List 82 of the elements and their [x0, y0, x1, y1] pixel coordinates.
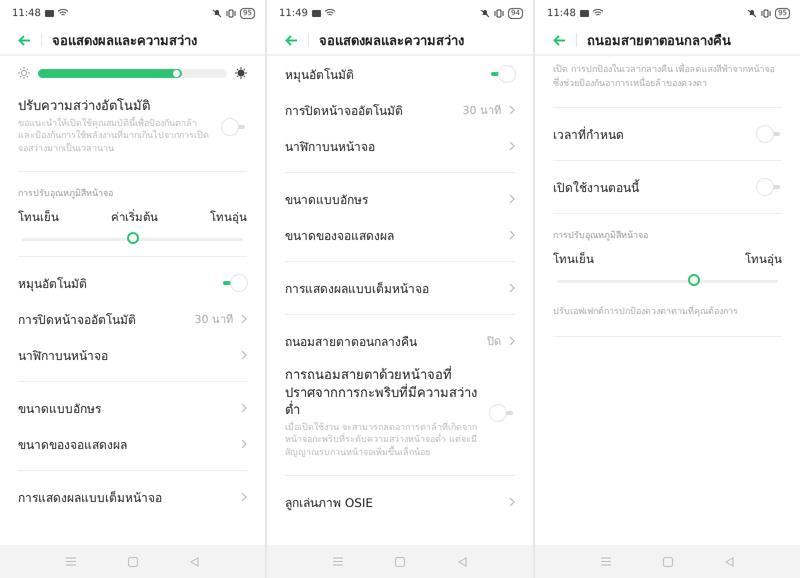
mute-icon	[212, 8, 222, 18]
clock: 11:49	[279, 8, 308, 18]
home-icon[interactable]	[663, 556, 673, 566]
chevron-icon	[509, 194, 515, 204]
setting-item[interactable]: ขนาดแบบอักษร	[18, 390, 247, 426]
mute-icon	[480, 8, 490, 18]
setting-item[interactable]: นาฬิกาบนหน้าจอ	[18, 337, 247, 374]
tone-label: โทนอุ่น	[210, 209, 247, 226]
page-title: จอแสดงผลและความสว่าง	[52, 32, 197, 50]
wifi-icon	[58, 9, 68, 17]
menu-icon[interactable]	[601, 557, 611, 566]
toggle-switch[interactable]	[489, 65, 515, 83]
setting-item[interactable]: ขนาดของจอแสดงผล	[18, 426, 247, 462]
back-icon[interactable]	[725, 556, 734, 566]
wifi-icon	[592, 9, 603, 17]
image-icon	[580, 10, 589, 16]
setting-label: ปรับความสว่างอัตโนมัติ	[18, 98, 151, 116]
setting-label: หมุนอัตโนมัติ	[285, 66, 354, 84]
brightness-slider[interactable]	[38, 68, 227, 78]
image-icon	[312, 10, 321, 16]
setting-description: เมื่อเปิดใช้งาน จะสามารถลดอาการตาล้าที่เกิดจากหน้าจอกะพริบที่ระดับความสว่างหน้าจอต่ำ แต่จะมีสัญญาณรบกวนหน้าจอเพิ่มขึ้นเล็กน้อย	[285, 422, 478, 460]
home-icon[interactable]	[395, 556, 406, 566]
setting-item[interactable]: ลูกเล่นภาพ OSIE	[285, 484, 515, 520]
page-title: จอแสดงผลและความสว่าง	[319, 32, 464, 50]
toggle-switch[interactable]	[756, 178, 782, 196]
section-caption: การปรับอุณหภูมิสีหน้าจอ	[553, 230, 649, 243]
menu-icon[interactable]	[66, 557, 76, 566]
mute-icon	[747, 8, 758, 18]
back-icon[interactable]	[190, 556, 199, 566]
vibrate-icon	[226, 8, 236, 18]
chevron-icon	[509, 336, 515, 346]
image-icon	[44, 10, 54, 16]
toggle-switch[interactable]	[756, 125, 782, 143]
menu-icon[interactable]	[333, 557, 344, 566]
clock: 11:48	[12, 8, 41, 18]
back-arrow-icon[interactable]	[553, 34, 566, 46]
toggle-switch[interactable]	[221, 274, 247, 292]
bright-sun-icon	[235, 67, 247, 79]
description-text: เปิด การปกป้องในเวลากลางคืน เพื่อลดแสงสีฟ้าจากหน้าจอ ซึ่งช่วยป้องกันอาการเหนื่อยล้าของดวงตา	[553, 56, 782, 99]
setting-item[interactable]: นาฬิกาบนหน้าจอ	[285, 128, 515, 164]
tone-label: ค่าเริ่มต้น	[111, 208, 158, 226]
slider-thumb[interactable]	[688, 274, 700, 286]
setting-label: เวลาที่กำหนด	[553, 126, 624, 144]
vibrate-icon	[761, 8, 772, 18]
chevron-icon	[241, 314, 247, 324]
page-title: ถนอมสายตาตอนกลางคืน	[587, 32, 731, 50]
toggle-switch[interactable]	[221, 118, 247, 136]
wifi-icon	[324, 9, 335, 17]
chevron-icon	[241, 350, 247, 360]
toggle-switch[interactable]	[489, 404, 515, 422]
chevron-icon	[241, 403, 247, 414]
description-text: ปรับเอฟเฟกต์การปกป้องดวงตาตามที่คุณต้องการ	[553, 298, 782, 328]
slider-thumb[interactable]	[126, 232, 138, 244]
chevron-icon	[509, 230, 515, 240]
tone-label: โทนอุ่น	[745, 251, 782, 268]
back-arrow-icon[interactable]	[285, 34, 298, 46]
setting-label: การถนอมสายตาด้วยหน้าจอที่ปราศจากการกะพริบที่มีความสว่างต่ำ	[285, 367, 481, 420]
tone-label: โทนเย็น	[553, 250, 594, 268]
dim-sun-icon	[18, 67, 30, 79]
vibrate-icon	[494, 8, 504, 18]
setting-item[interactable]: ขนาดแบบอักษร	[285, 181, 515, 217]
setting-description: ขอแนะนำให้เปิดใช้คุณสมบัตินี้เพื่อป้องกันตาล้าและป้องกันการใช้พลังงานที่มากเกินไปจากการเปิดจอสว่างมากเป็นเวลานาน	[18, 118, 210, 156]
tone-label: โทนเย็น	[18, 208, 59, 226]
back-arrow-icon[interactable]	[18, 34, 31, 46]
setting-item[interactable]: การแสดงผลแบบเต็มหน้าจอ	[18, 479, 247, 516]
back-icon[interactable]	[458, 556, 467, 566]
setting-item[interactable]: ถนอมสายตาตอนกลางคืน ปิด	[285, 323, 515, 359]
setting-item[interactable]: การปิดหน้าจออัตโนมัติ 30 นาที	[285, 92, 515, 128]
chevron-icon	[241, 439, 247, 450]
chevron-icon	[509, 105, 515, 115]
section-caption: การปรับอุณหภูมิสีหน้าจอ	[18, 188, 114, 202]
home-icon[interactable]	[128, 556, 138, 566]
setting-item[interactable]: การปิดหน้าจออัตโนมัติ 30 นาที	[18, 301, 247, 338]
setting-label: เปิดใช้งานตอนนี้	[553, 178, 639, 196]
clock: 11:48	[547, 8, 576, 18]
chevron-icon	[509, 497, 515, 508]
chevron-icon	[509, 283, 515, 293]
setting-item[interactable]: การแสดงผลแบบเต็มหน้าจอ	[285, 270, 515, 306]
setting-label: หมุนอัตโนมัติ	[18, 276, 87, 293]
setting-item[interactable]: ขนาดของจอแสดงผล	[285, 217, 515, 253]
chevron-icon	[509, 141, 515, 151]
chevron-icon	[241, 492, 247, 502]
